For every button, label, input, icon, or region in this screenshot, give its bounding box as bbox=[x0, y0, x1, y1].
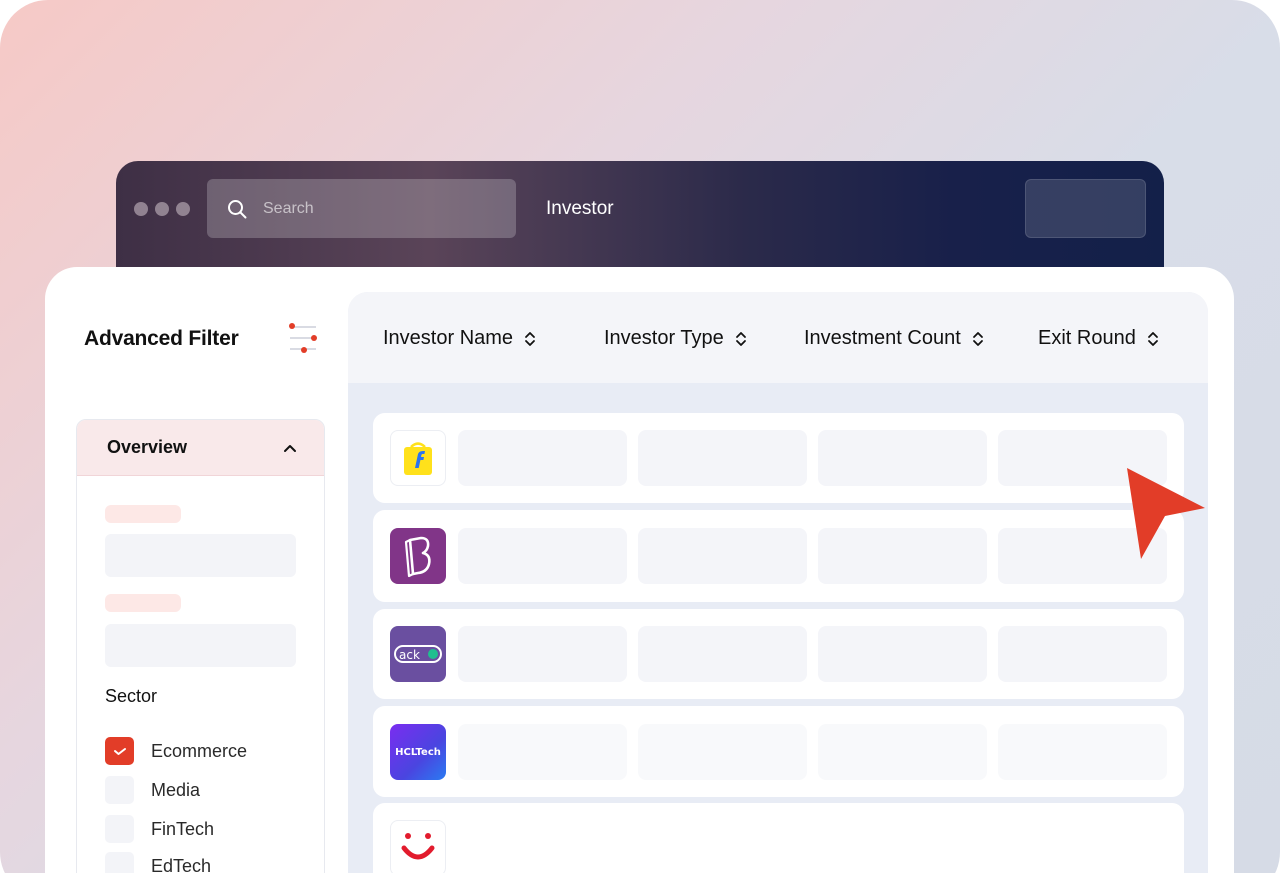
checkbox-label: Ecommerce bbox=[151, 740, 248, 761]
acko-logo: ack bbox=[390, 626, 446, 682]
table-cell bbox=[638, 626, 807, 682]
table-cell bbox=[638, 528, 807, 584]
table-row[interactable] bbox=[373, 803, 1184, 873]
checkbox-label: Media bbox=[151, 779, 201, 800]
column-label: Investor Name bbox=[383, 327, 514, 349]
column-label: Investor Type bbox=[604, 327, 724, 349]
window-title: Investor bbox=[546, 198, 614, 219]
overview-label: Overview bbox=[107, 437, 188, 457]
table-row[interactable]: ack bbox=[373, 609, 1184, 699]
field-placeholder[interactable] bbox=[105, 534, 296, 577]
table-cell bbox=[638, 430, 807, 486]
checkbox-label: FinTech bbox=[151, 818, 215, 839]
checkbox[interactable] bbox=[105, 852, 134, 873]
advanced-filter-title: Advanced Filter bbox=[84, 327, 239, 350]
label-placeholder bbox=[105, 505, 181, 523]
column-investment-count[interactable]: Investment Count bbox=[804, 327, 985, 350]
window-dot[interactable] bbox=[134, 202, 148, 216]
column-label: Exit Round bbox=[1038, 327, 1136, 349]
column-investor-type[interactable]: Investor Type bbox=[604, 327, 748, 350]
search-placeholder: Search bbox=[263, 199, 314, 217]
search-input[interactable]: Search bbox=[207, 179, 516, 238]
table-cell bbox=[818, 528, 987, 584]
sector-option-fintech[interactable]: FinTech bbox=[105, 815, 214, 843]
table-cell bbox=[458, 724, 627, 780]
table-row[interactable] bbox=[373, 510, 1184, 602]
checkbox-label: EdTech bbox=[151, 855, 212, 873]
window-controls bbox=[134, 202, 190, 216]
sector-label: Sector bbox=[105, 686, 158, 706]
chevron-up-icon[interactable] bbox=[282, 440, 298, 456]
table-header: Investor Name Investor Type Investment C… bbox=[348, 292, 1208, 383]
table-cell bbox=[998, 626, 1167, 682]
cursor-arrow-icon bbox=[1127, 468, 1205, 559]
table-cell bbox=[458, 528, 627, 584]
hcltech-logo-text: HCLTech bbox=[395, 746, 441, 758]
svg-text:ack: ack bbox=[399, 648, 420, 662]
column-investor-name[interactable]: Investor Name bbox=[383, 327, 537, 350]
table-cell bbox=[458, 626, 627, 682]
column-exit-round[interactable]: Exit Round bbox=[1038, 327, 1160, 350]
table-cell bbox=[998, 724, 1167, 780]
hcltech-logo: HCLTech bbox=[390, 724, 446, 780]
label-placeholder bbox=[105, 594, 181, 612]
checkbox[interactable] bbox=[105, 815, 134, 843]
flipkart-logo bbox=[390, 430, 446, 486]
window-dot[interactable] bbox=[155, 202, 169, 216]
checkbox[interactable] bbox=[105, 776, 134, 804]
sector-option-media[interactable]: Media bbox=[105, 776, 200, 804]
sort-icon[interactable] bbox=[523, 330, 537, 348]
table-cell bbox=[818, 430, 987, 486]
byjus-logo bbox=[390, 528, 446, 584]
sector-option-ecommerce[interactable]: Ecommerce bbox=[105, 737, 247, 765]
sort-icon[interactable] bbox=[734, 330, 748, 348]
overview-header[interactable]: Overview bbox=[77, 420, 324, 476]
window-dot[interactable] bbox=[176, 202, 190, 216]
smile-logo bbox=[390, 820, 446, 873]
sliders-icon[interactable] bbox=[286, 321, 320, 355]
table-row[interactable]: HCLTech bbox=[373, 706, 1184, 797]
check-icon bbox=[113, 748, 126, 755]
table-row[interactable] bbox=[373, 413, 1184, 503]
sort-icon[interactable] bbox=[1146, 330, 1160, 348]
table-cell bbox=[638, 724, 807, 780]
sector-option-edtech[interactable]: EdTech bbox=[105, 852, 211, 873]
column-label: Investment Count bbox=[804, 327, 961, 349]
checkbox-checked[interactable] bbox=[105, 737, 134, 765]
sort-icon[interactable] bbox=[971, 330, 985, 348]
header-action-button[interactable] bbox=[1025, 179, 1146, 238]
table-cell bbox=[458, 430, 627, 486]
field-placeholder[interactable] bbox=[105, 624, 296, 667]
table-cell bbox=[818, 724, 987, 780]
table-cell bbox=[818, 626, 987, 682]
search-icon bbox=[228, 199, 247, 218]
